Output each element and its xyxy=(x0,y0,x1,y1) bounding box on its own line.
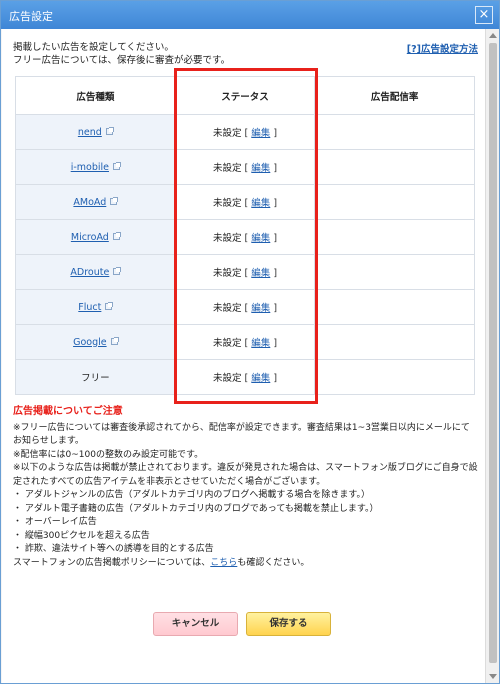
status-text: 未設定 xyxy=(212,268,242,279)
notice-line: ・ 縦幅300ピクセルを超える広告 xyxy=(13,530,150,541)
notice-line: ・ アダルト電子書籍の広告（アダルトカテゴリ内のブログであっても掲載を禁止します… xyxy=(13,503,379,514)
external-link-icon xyxy=(110,196,119,205)
ad-settings-table: 広告種類 ステータス 広告配信率 nend 未設定 [ 編集 ] i-mobil… xyxy=(15,76,475,395)
table-row: Fluct 未設定 [ 編集 ] xyxy=(15,289,475,325)
table-header-row: 広告種類 ステータス 広告配信率 xyxy=(15,76,475,115)
edit-link-imobile[interactable]: 編集 xyxy=(251,163,270,174)
delivery-rate-cell xyxy=(314,359,475,395)
notice-line: ※フリー広告については審査後承認されてから、配信率が設定できます。審査結果は1~… xyxy=(13,422,470,447)
delivery-rate-cell xyxy=(314,184,475,220)
cancel-button[interactable]: キャンセル xyxy=(153,612,238,636)
notice-line: ・ オーバーレイ広告 xyxy=(13,517,97,527)
ad-network-link-microad[interactable]: MicroAd xyxy=(71,232,109,243)
ad-network-link-fluct[interactable]: Fluct xyxy=(78,302,101,313)
ad-setup-help-link[interactable]: [?]広告設定方法 xyxy=(407,41,478,55)
scroll-down-icon[interactable] xyxy=(489,674,497,679)
intro-line-1: 掲載したい広告を設定してください。 xyxy=(13,42,174,53)
status-text: 未設定 xyxy=(212,373,242,384)
policy-line: スマートフォンの広告掲載ポリシーについては、こちらも確認ください。 xyxy=(13,557,310,568)
ad-network-link-nend[interactable]: nend xyxy=(78,127,102,138)
ad-network-link-google[interactable]: Google xyxy=(73,337,107,348)
notice-line: ※以下のような広告は掲載が禁止されております。違反が発見された場合は、スマートフ… xyxy=(13,463,478,487)
table-row: MicroAd 未設定 [ 編集 ] xyxy=(15,219,475,255)
status-text: 未設定 xyxy=(212,128,242,139)
policy-link[interactable]: こちら xyxy=(210,558,237,568)
status-text: 未設定 xyxy=(212,338,242,349)
status-text: 未設定 xyxy=(212,198,242,209)
edit-link-nend[interactable]: 編集 xyxy=(251,128,270,139)
notice-title: 広告掲載についてご注意 xyxy=(13,406,123,417)
dialog-titlebar: 広告設定 × xyxy=(1,1,499,29)
intro-line-2: フリー広告については、保存後に審査が必要です。 xyxy=(13,55,231,66)
dialog-title: 広告設定 xyxy=(9,10,53,23)
dialog-content: 掲載したい広告を設定してください。 フリー広告については、保存後に審査が必要です… xyxy=(2,29,486,683)
scrollbar-thumb[interactable] xyxy=(489,43,497,663)
header-ad-type: 広告種類 xyxy=(15,76,176,115)
edit-link-microad[interactable]: 編集 xyxy=(251,233,270,244)
ad-notice-section: 広告掲載についてご注意 ※フリー広告については審査後承認されてから、配信率が設定… xyxy=(13,405,478,570)
vertical-scrollbar[interactable] xyxy=(485,29,499,683)
status-text: 未設定 xyxy=(212,233,242,244)
notice-line: ・ アダルトジャンルの広告（アダルトカテゴリ内のブログへ掲載する場合を除きます。… xyxy=(13,490,371,500)
ad-network-link-adroute[interactable]: ADroute xyxy=(70,267,109,278)
table-row: ADroute 未設定 [ 編集 ] xyxy=(15,254,475,290)
external-link-icon xyxy=(113,266,122,275)
status-text: 未設定 xyxy=(212,163,242,174)
delivery-rate-cell xyxy=(314,219,475,255)
notice-line: ※配信率には0~100の整数のみ設定可能です。 xyxy=(13,449,204,460)
table-row: AMoAd 未設定 [ 編集 ] xyxy=(15,184,475,220)
ad-network-free: フリー xyxy=(15,359,176,395)
external-link-icon xyxy=(105,126,114,135)
table-row: i-mobile 未設定 [ 編集 ] xyxy=(15,149,475,185)
external-link-icon xyxy=(105,301,114,310)
save-button[interactable]: 保存する xyxy=(246,612,331,636)
edit-link-google[interactable]: 編集 xyxy=(251,338,270,349)
delivery-rate-cell xyxy=(314,324,475,360)
edit-link-free[interactable]: 編集 xyxy=(251,373,270,384)
edit-link-amoad[interactable]: 編集 xyxy=(251,198,270,209)
close-icon[interactable]: × xyxy=(475,6,493,24)
ad-network-link-amoad[interactable]: AMoAd xyxy=(73,197,106,208)
ad-settings-dialog: 広告設定 × 掲載したい広告を設定してください。 フリー広告については、保存後に… xyxy=(0,0,500,684)
table-row: フリー 未設定 [ 編集 ] xyxy=(15,359,475,395)
notice-line: ・ 詐欺、違法サイト等への誘導を目的とする広告 xyxy=(13,544,214,554)
table-row: nend 未設定 [ 編集 ] xyxy=(15,114,475,150)
header-delivery-rate: 広告配信率 xyxy=(314,76,475,115)
delivery-rate-cell xyxy=(314,254,475,290)
header-status: ステータス xyxy=(174,76,316,115)
intro-text: 掲載したい広告を設定してください。 フリー広告については、保存後に審査が必要です… xyxy=(13,41,230,67)
external-link-icon xyxy=(110,336,119,345)
delivery-rate-cell xyxy=(314,149,475,185)
status-text: 未設定 xyxy=(212,303,242,314)
delivery-rate-cell xyxy=(314,289,475,325)
scroll-up-icon[interactable] xyxy=(489,33,497,38)
table-row: Google 未設定 [ 編集 ] xyxy=(15,324,475,360)
delivery-rate-cell xyxy=(314,114,475,150)
ad-network-link-imobile[interactable]: i-mobile xyxy=(71,162,109,173)
edit-link-adroute[interactable]: 編集 xyxy=(251,268,270,279)
external-link-icon xyxy=(112,231,121,240)
edit-link-fluct[interactable]: 編集 xyxy=(251,303,270,314)
external-link-icon xyxy=(112,161,121,170)
